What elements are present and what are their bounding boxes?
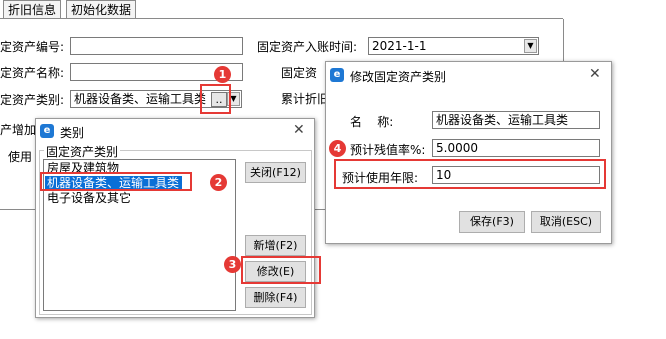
step-badge-1: 1 [214,66,231,83]
app-icon: e [330,68,344,82]
highlight-browse-button [200,84,231,114]
category-dialog-titlebar: e 类别 ✕ [36,119,314,143]
use-label: 使用 [8,150,33,164]
app-icon: e [40,124,54,138]
fixed-asset-label2: 固定资 [281,66,318,80]
new-category-button[interactable]: 新增(F2) [245,235,306,256]
category-name-input[interactable]: 机器设备类、运输工具类 [432,111,600,129]
asset-name-label: 定资产名称: [0,66,65,80]
asset-category-label: 定资产类别: [0,93,65,107]
category-dialog: e 类别 ✕ 固定资产类别 房屋及建筑物 机器设备类、运输工具类 电子设备及其它… [35,118,315,318]
accumulated-depreciation-label: 累计折旧 [281,92,330,106]
tab-initial-data[interactable]: 初始化数据 [66,0,137,19]
entry-time-value: 2021-1-1 [372,39,427,53]
edit-category-dialog: e 修改固定资产类别 ✕ 名 称: 机器设备类、运输工具类 预计残值率%: 5.… [325,61,612,244]
highlight-edit-button [241,256,321,284]
asset-no-label: 定资产编号: [0,40,65,54]
close-icon[interactable]: ✕ [293,122,305,138]
tab-depreciation-info[interactable]: 折旧信息 [3,0,62,19]
asset-category-value: 机器设备类、运输工具类 [74,92,207,106]
highlight-useful-years [334,159,606,189]
entry-time-label: 固定资产入账时间: [257,40,358,54]
name-label: 名 称: [350,115,394,129]
save-button[interactable]: 保存(F3) [459,211,525,233]
edit-dialog-title: 修改固定资产类别 [350,70,447,84]
close-dialog-button[interactable]: 关闭(F12) [245,162,306,183]
asset-increase-label: 产增加 [0,123,37,137]
step-badge-2: 2 [210,174,227,191]
category-group-label: 固定资产类别 [44,143,121,160]
entry-time-combo[interactable]: 2021-1-1 ▼ [368,37,539,55]
step-badge-4: 4 [329,140,346,157]
asset-no-input[interactable] [70,37,243,55]
chevron-down-icon[interactable]: ▼ [524,39,537,53]
category-dialog-title: 类别 [60,126,85,140]
tab-strip: 折旧信息 初始化数据 [0,0,666,19]
residual-rate-input[interactable]: 5.0000 [432,139,600,157]
delete-category-button[interactable]: 删除(F4) [245,287,306,308]
edit-dialog-titlebar: e 修改固定资产类别 ✕ [326,62,611,88]
list-item[interactable]: 电子设备及其它 [47,191,131,205]
close-icon[interactable]: ✕ [589,66,601,82]
step-badge-3: 3 [224,256,241,273]
residual-rate-label: 预计残值率%: [350,143,426,157]
cancel-button[interactable]: 取消(ESC) [531,211,601,233]
highlight-selected-category [40,172,192,191]
